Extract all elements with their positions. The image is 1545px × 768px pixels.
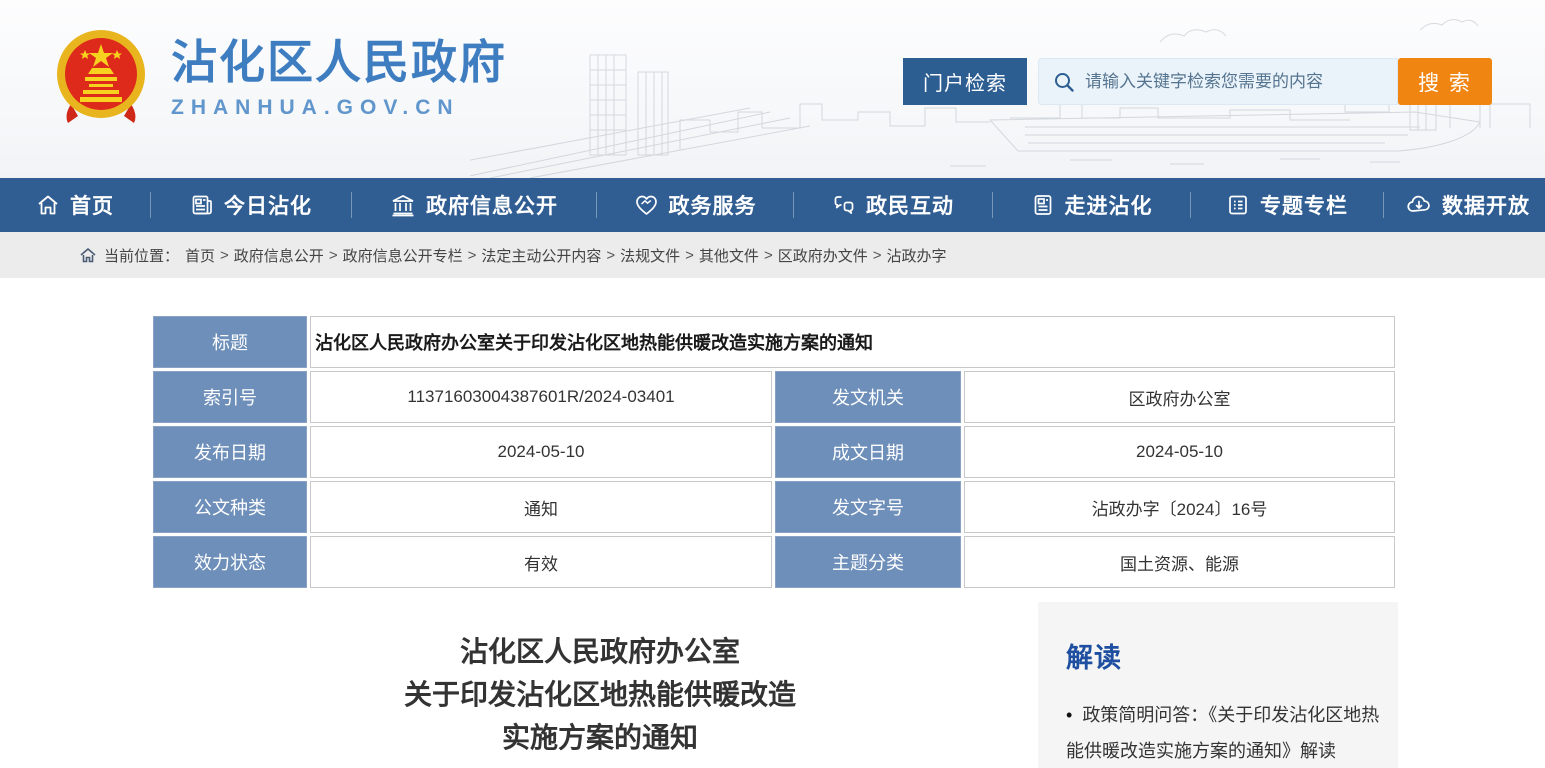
search-submit-button[interactable]: 搜 索	[1398, 58, 1492, 105]
breadcrumb-item[interactable]: 法定主动公开内容	[481, 245, 601, 266]
field-value-title: 沾化区人民政府办公室关于印发沾化区地热能供暖改造实施方案的通知	[310, 316, 1395, 368]
field-value-issuing-authority: 区政府办公室	[964, 371, 1395, 423]
breadcrumb-item[interactable]: 首页	[185, 245, 215, 266]
field-value-document-type: 通知	[310, 481, 772, 533]
nav-item-interaction[interactable]: 政民互动	[794, 178, 992, 232]
nav-label: 数据开放	[1442, 190, 1530, 220]
search-icon	[1053, 71, 1075, 93]
breadcrumb-home-icon	[80, 248, 96, 263]
field-value-written-date: 2024-05-10	[964, 426, 1395, 478]
breadcrumb-separator: >	[764, 247, 773, 264]
table-row: 标题 沾化区人民政府办公室关于印发沾化区地热能供暖改造实施方案的通知	[153, 316, 1395, 368]
table-row: 发布日期 2024-05-10 成文日期 2024-05-10	[153, 426, 1395, 478]
breadcrumb-prefix: 当前位置：	[104, 245, 179, 266]
field-label-issuing-authority: 发文机关	[775, 371, 961, 423]
field-label-document-number: 发文字号	[775, 481, 961, 533]
table-row: 公文种类 通知 发文字号 沾政办字〔2024〕16号	[153, 481, 1395, 533]
article-title-line: 沾化区人民政府办公室	[150, 630, 1050, 673]
document-icon	[1031, 193, 1055, 217]
nav-label: 政府信息公开	[426, 190, 558, 220]
breadcrumb: 当前位置： 首页 > 政府信息公开 > 政府信息公开专栏 > 法定主动公开内容 …	[0, 232, 1545, 278]
document-info-table: 标题 沾化区人民政府办公室关于印发沾化区地热能供暖改造实施方案的通知 索引号 1…	[150, 313, 1398, 591]
national-emblem-logo	[55, 28, 147, 128]
field-label-publish-date: 发布日期	[153, 426, 307, 478]
field-label-index-number: 索引号	[153, 371, 307, 423]
nav-item-topics[interactable]: 专题专栏	[1191, 178, 1383, 232]
article-title-line: 实施方案的通知	[150, 716, 1050, 759]
article-title-line: 关于印发沾化区地热能供暖改造	[150, 673, 1050, 716]
portal-search-button[interactable]: 门户检索	[903, 58, 1027, 105]
interpretation-link[interactable]: 政策简明问答：《关于印发沾化区地热能供暖改造实施方案的通知》解读	[1066, 697, 1380, 768]
field-value-topic-category: 国土资源、能源	[964, 536, 1395, 588]
cloud-download-icon	[1406, 193, 1432, 217]
nav-item-about[interactable]: 走进沾化	[993, 178, 1190, 232]
breadcrumb-item[interactable]: 区政府办文件	[778, 245, 868, 266]
field-value-validity-status: 有效	[310, 536, 772, 588]
site-title-group: 沾化区人民政府 ZHANHUA.GOV.CN	[171, 36, 507, 120]
breadcrumb-item[interactable]: 政府信息公开专栏	[343, 245, 463, 266]
site-name: 沾化区人民政府	[171, 36, 507, 88]
interpretation-link-text: 政策简明问答：《关于印发沾化区地热能供暖改造实施方案的通知》解读	[1066, 705, 1379, 761]
breadcrumb-item[interactable]: 沾政办字	[886, 245, 946, 266]
nav-label: 政民互动	[866, 190, 954, 220]
breadcrumb-separator: >	[606, 247, 615, 264]
newspaper-icon	[190, 193, 214, 217]
list-icon	[1226, 193, 1250, 217]
nav-item-gov-info[interactable]: 政府信息公开	[352, 178, 596, 232]
article-title: 沾化区人民政府办公室 关于印发沾化区地热能供暖改造 实施方案的通知	[150, 630, 1050, 759]
page: 沾化区人民政府 ZHANHUA.GOV.CN 门户检索 搜 索 首页	[0, 0, 1545, 768]
interpretation-panel: 解读 政策简明问答：《关于印发沾化区地热能供暖改造实施方案的通知》解读	[1038, 602, 1398, 768]
government-building-icon	[390, 193, 416, 217]
interpretation-heading: 解读	[1066, 636, 1380, 675]
search-input[interactable]	[1085, 72, 1397, 92]
nav-item-open-data[interactable]: 数据开放	[1384, 178, 1545, 232]
nav-label: 专题专栏	[1260, 190, 1348, 220]
breadcrumb-separator: >	[329, 247, 338, 264]
interpretation-list: 政策简明问答：《关于印发沾化区地热能供暖改造实施方案的通知》解读	[1066, 697, 1380, 768]
primary-nav: 首页 今日沾化 政府信息公开 政务服务	[0, 178, 1545, 232]
breadcrumb-separator: >	[873, 247, 882, 264]
nav-label: 走进沾化	[1065, 190, 1153, 220]
nav-label: 首页	[70, 190, 114, 220]
field-label-written-date: 成文日期	[775, 426, 961, 478]
table-row: 索引号 11371603004387601R/2024-03401 发文机关 区…	[153, 371, 1395, 423]
heart-handshake-icon	[634, 193, 659, 217]
table-row: 效力状态 有效 主题分类 国土资源、能源	[153, 536, 1395, 588]
site-domain: ZHANHUA.GOV.CN	[171, 96, 507, 120]
chat-bubbles-icon	[832, 193, 856, 217]
field-value-index-number: 11371603004387601R/2024-03401	[310, 371, 772, 423]
breadcrumb-separator: >	[468, 247, 477, 264]
breadcrumb-item[interactable]: 其他文件	[699, 245, 759, 266]
search-box	[1038, 58, 1398, 105]
field-value-document-number: 沾政办字〔2024〕16号	[964, 481, 1395, 533]
breadcrumb-separator: >	[685, 247, 694, 264]
nav-item-home[interactable]: 首页	[0, 178, 150, 232]
breadcrumb-separator: >	[220, 247, 229, 264]
home-icon	[36, 193, 60, 217]
field-label-topic-category: 主题分类	[775, 536, 961, 588]
field-value-publish-date: 2024-05-10	[310, 426, 772, 478]
site-header: 沾化区人民政府 ZHANHUA.GOV.CN 门户检索 搜 索	[0, 0, 1545, 178]
breadcrumb-item[interactable]: 法规文件	[620, 245, 680, 266]
field-label-title: 标题	[153, 316, 307, 368]
field-label-document-type: 公文种类	[153, 481, 307, 533]
search-area: 门户检索 搜 索	[903, 58, 1492, 105]
nav-label: 今日沾化	[224, 190, 312, 220]
breadcrumb-item[interactable]: 政府信息公开	[234, 245, 324, 266]
nav-label: 政务服务	[669, 190, 757, 220]
site-brand[interactable]: 沾化区人民政府 ZHANHUA.GOV.CN	[55, 28, 507, 128]
field-label-validity-status: 效力状态	[153, 536, 307, 588]
nav-item-today[interactable]: 今日沾化	[151, 178, 351, 232]
nav-item-services[interactable]: 政务服务	[597, 178, 793, 232]
